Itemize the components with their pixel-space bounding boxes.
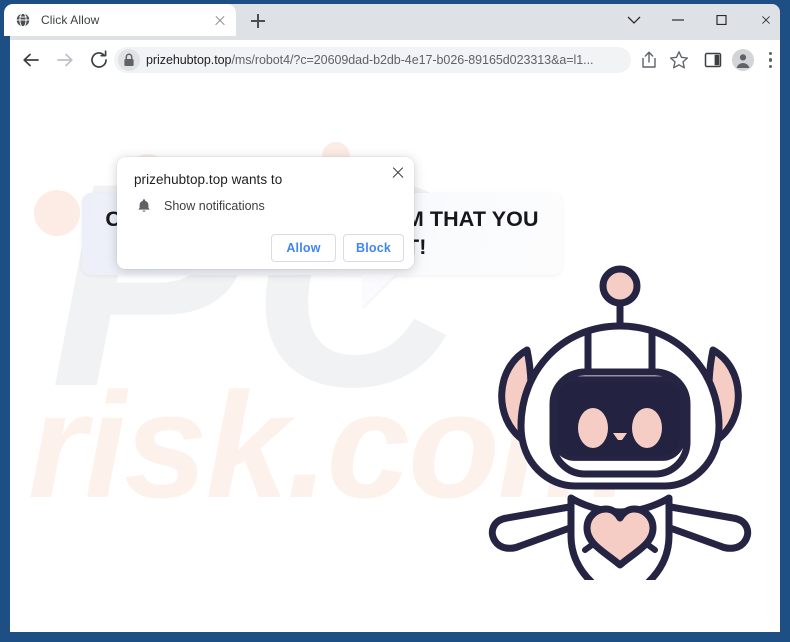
permission-label: Show notifications <box>164 199 265 213</box>
browser-window: Click Allow prizehubtop.top/ms/robot4/?c… <box>0 0 790 642</box>
confetti-dot <box>34 190 80 236</box>
bookmark-button[interactable] <box>668 49 690 71</box>
minimize-button[interactable] <box>656 4 700 36</box>
profile-button[interactable] <box>732 49 754 71</box>
lock-icon <box>124 53 134 66</box>
tab-search-button[interactable] <box>612 4 656 36</box>
side-panel-icon <box>704 52 722 68</box>
forward-button <box>53 48 77 72</box>
notification-permission-dialog: prizehubtop.top wants to Show notificati… <box>117 157 414 269</box>
address-bar[interactable]: prizehubtop.top/ms/robot4/?c=20609dad-b2… <box>114 47 631 73</box>
dialog-title: prizehubtop.top wants to <box>134 172 283 187</box>
bell-icon <box>138 199 150 212</box>
menu-dot <box>769 58 773 62</box>
tab-title: Click Allow <box>41 13 100 27</box>
forward-arrow-icon <box>57 53 73 67</box>
back-button[interactable] <box>19 48 43 72</box>
page-viewport: PC risk.com CLICK «ALLOW» TO CONFIRM THA… <box>10 80 780 632</box>
speech-bubble-tail <box>362 274 396 308</box>
permission-row: Show notifications <box>136 198 265 214</box>
block-button[interactable]: Block <box>343 234 404 262</box>
dialog-close-icon[interactable] <box>389 164 407 182</box>
tab-close-icon[interactable] <box>212 12 228 28</box>
reload-button[interactable] <box>87 48 111 72</box>
url-path: /ms/robot4/?c=20609dad-b2db-4e17-b026-89… <box>231 53 594 67</box>
globe-icon <box>15 12 31 28</box>
allow-button[interactable]: Allow <box>271 234 336 262</box>
url-host: prizehubtop.top <box>146 53 232 67</box>
robot-mascot <box>488 265 752 580</box>
new-tab-button[interactable] <box>245 8 271 34</box>
maximize-icon <box>716 15 727 25</box>
browser-tab[interactable]: Click Allow <box>4 4 236 36</box>
profile-avatar-icon <box>736 54 750 68</box>
reload-icon <box>91 50 107 68</box>
maximize-button[interactable] <box>700 4 744 36</box>
minimize-icon <box>672 19 684 21</box>
share-button[interactable] <box>638 49 660 71</box>
side-panel-button[interactable] <box>702 49 724 71</box>
site-info-button[interactable] <box>118 49 140 71</box>
close-icon <box>762 16 770 24</box>
back-arrow-icon <box>23 53 39 67</box>
browser-toolbar: prizehubtop.top/ms/robot4/?c=20609dad-b2… <box>10 40 780 80</box>
browser-menu-button[interactable] <box>762 49 778 71</box>
share-icon <box>642 51 656 68</box>
tab-strip: Click Allow <box>0 0 790 40</box>
close-window-button[interactable] <box>744 4 788 36</box>
url-text: prizehubtop.top/ms/robot4/?c=20609dad-b2… <box>146 53 631 67</box>
star-icon <box>669 51 689 69</box>
menu-dot <box>769 64 773 68</box>
chevron-down-icon <box>627 16 641 24</box>
menu-dot <box>769 52 773 56</box>
